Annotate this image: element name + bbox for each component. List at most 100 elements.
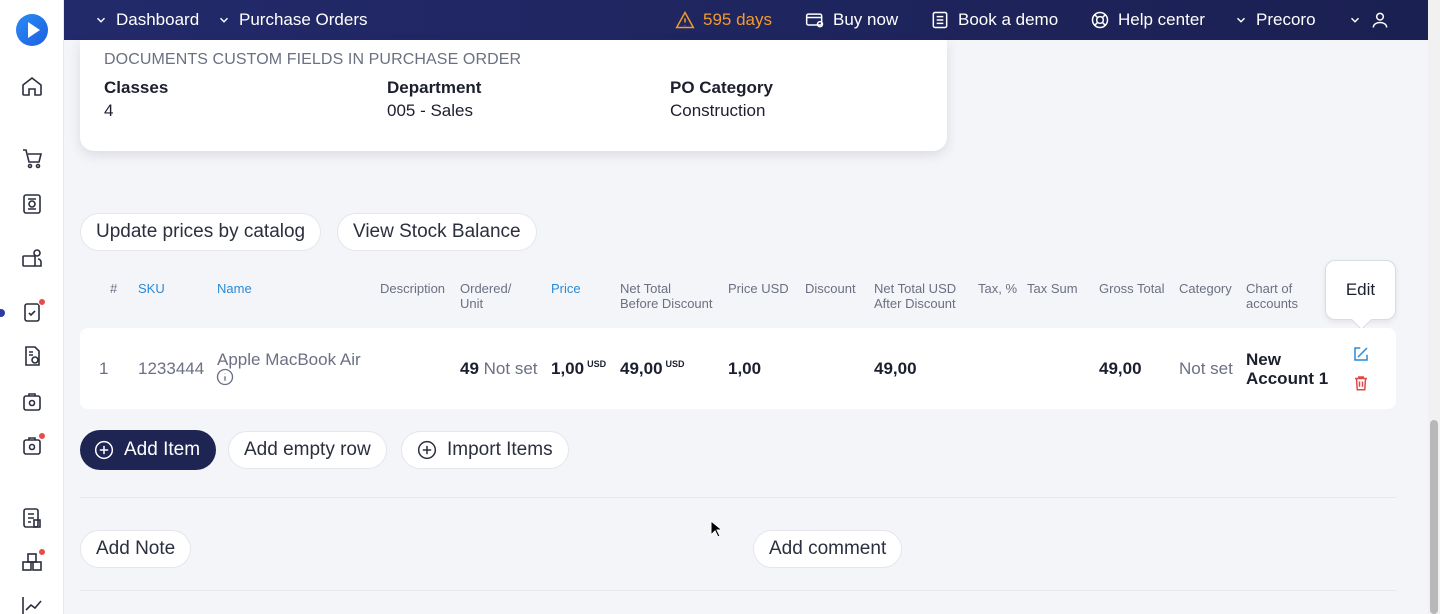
- field-value-classes: 4: [104, 101, 114, 120]
- book-demo-label: Book a demo: [958, 10, 1059, 29]
- add-note-button[interactable]: Add Note: [80, 530, 192, 568]
- col-header-ordered-unit: Ordered/ Unit: [460, 281, 511, 311]
- update-prices-button[interactable]: Update prices by catalog: [80, 213, 322, 251]
- notification-dot: [38, 432, 46, 440]
- add-item-button[interactable]: Add Item: [80, 430, 217, 470]
- warning-icon: [675, 10, 695, 29]
- row-gross-total: 49,00: [1099, 359, 1142, 379]
- col-header-net-before-line2: Before Discount: [620, 296, 713, 311]
- edit-tooltip: Edit: [1325, 260, 1396, 320]
- book-demo-button[interactable]: Book a demo: [930, 0, 1058, 40]
- row-price-currency: USD: [587, 359, 607, 370]
- active-marker: [0, 309, 5, 317]
- calendar-icon: [932, 11, 948, 29]
- precoro-logo[interactable]: [16, 14, 48, 46]
- row-net-before: 49,00 USD: [620, 359, 685, 379]
- home-icon[interactable]: [20, 74, 44, 98]
- col-header-discount: Discount: [805, 281, 856, 296]
- receipt-icon[interactable]: [20, 390, 44, 414]
- import-items-button[interactable]: Import Items: [401, 431, 569, 469]
- col-header-net-after-line1: Net Total USD: [874, 281, 957, 296]
- breadcrumb-dashboard[interactable]: Dashboard: [94, 0, 199, 40]
- budget-icon[interactable]: [20, 506, 44, 530]
- add-comment-button[interactable]: Add comment: [753, 530, 903, 568]
- field-label-classes: Classes: [104, 78, 169, 97]
- col-header-tax-sum: Tax Sum: [1027, 281, 1078, 296]
- row-net-after: 49,00: [874, 359, 917, 379]
- field-value-po-category: Construction: [670, 101, 766, 120]
- field-label-po-category: PO Category: [670, 78, 773, 97]
- row-account-line1: New: [1246, 350, 1281, 369]
- view-stock-balance-button[interactable]: View Stock Balance: [337, 213, 537, 251]
- plus-circle-icon: [417, 440, 437, 460]
- breadcrumb-purchase-orders[interactable]: Purchase Orders: [217, 0, 368, 40]
- row-number: 1: [99, 359, 109, 378]
- analytics-icon[interactable]: [20, 594, 44, 614]
- col-header-ordered-line2: Unit: [460, 296, 484, 311]
- scrollbar-thumb[interactable]: [1430, 420, 1438, 614]
- col-header-coa-line1: Chart of: [1246, 281, 1293, 296]
- info-icon[interactable]: [216, 368, 234, 386]
- col-header-price-usd: Price USD: [728, 281, 789, 296]
- approvals-icon[interactable]: [20, 298, 46, 324]
- invoice-icon[interactable]: [20, 344, 44, 368]
- help-center-button[interactable]: Help center: [1090, 0, 1205, 40]
- chevron-down-icon: [219, 17, 229, 23]
- edit-icon[interactable]: [1352, 345, 1370, 363]
- col-header-net-after: Net Total USD After Discount: [874, 281, 956, 311]
- warehouse-icon[interactable]: [20, 432, 46, 458]
- col-header-sku[interactable]: SKU: [138, 281, 165, 296]
- cart-icon[interactable]: [20, 146, 44, 170]
- sidebar: [0, 0, 64, 614]
- col-header-description: Description: [380, 281, 446, 296]
- row-price-value: 1,00: [551, 359, 585, 378]
- mouse-cursor-icon: [710, 520, 722, 538]
- notification-dot: [38, 548, 46, 556]
- buy-now-button[interactable]: Buy now: [805, 0, 898, 40]
- col-header-net-after-line2: After Discount: [874, 296, 956, 311]
- delete-icon[interactable]: [1352, 374, 1370, 392]
- row-name[interactable]: Apple MacBook Air: [217, 350, 361, 370]
- lifebuoy-icon: [1091, 11, 1109, 29]
- custom-fields-card: DOCUMENTS CUSTOM FIELDS IN PURCHASE ORDE…: [80, 40, 947, 151]
- row-unit: Not set: [483, 359, 538, 378]
- add-item-label: Add Item: [124, 439, 201, 460]
- add-empty-row-button[interactable]: Add empty row: [228, 431, 387, 469]
- row-account: New Account 1: [1246, 350, 1328, 388]
- trial-days-indicator[interactable]: 595 days: [675, 0, 772, 40]
- row-category: Not set: [1179, 359, 1233, 378]
- user-icon: [1372, 12, 1388, 28]
- col-header-coa-line2: accounts: [1246, 296, 1299, 311]
- request-icon[interactable]: [20, 192, 44, 216]
- trial-days-label: 595 days: [703, 10, 772, 29]
- user-menu[interactable]: [1348, 0, 1390, 40]
- company-selector[interactable]: Precoro: [1234, 0, 1316, 40]
- section-divider: [80, 497, 1396, 498]
- table-row[interactable]: 1 1233444 Apple MacBook Air 49 Not set 1…: [80, 328, 1396, 409]
- credit-card-icon: [805, 13, 824, 28]
- col-header-price[interactable]: Price: [551, 281, 581, 296]
- chevron-down-icon: [1236, 17, 1246, 23]
- chevron-down-icon: [96, 17, 106, 23]
- row-price-usd: 1,00: [728, 359, 761, 379]
- section-divider: [80, 590, 1396, 591]
- row-net-before-value: 49,00: [620, 359, 663, 378]
- catalog-icon[interactable]: [20, 548, 46, 574]
- row-price: 1,00 USD: [551, 359, 606, 379]
- field-label-department: Department: [387, 78, 482, 97]
- notification-dot: [38, 298, 46, 306]
- col-header-tax: Tax, %: [978, 281, 1018, 296]
- scrollbar-track[interactable]: [1428, 0, 1440, 614]
- col-header-gross-total: Gross Total: [1099, 281, 1165, 296]
- chevron-down-icon: [1350, 17, 1360, 23]
- breadcrumb-purchase-orders-label: Purchase Orders: [239, 10, 368, 29]
- col-header-name[interactable]: Name: [217, 281, 252, 296]
- help-center-label: Help center: [1118, 10, 1205, 29]
- company-label: Precoro: [1256, 10, 1316, 29]
- suppliers-icon[interactable]: [20, 246, 44, 270]
- import-items-label: Import Items: [447, 439, 553, 460]
- col-header-category: Category: [1179, 281, 1232, 296]
- field-value-department: 005 - Sales: [387, 101, 473, 120]
- buy-now-label: Buy now: [833, 10, 899, 29]
- col-header-net-before-line1: Net Total: [620, 281, 672, 296]
